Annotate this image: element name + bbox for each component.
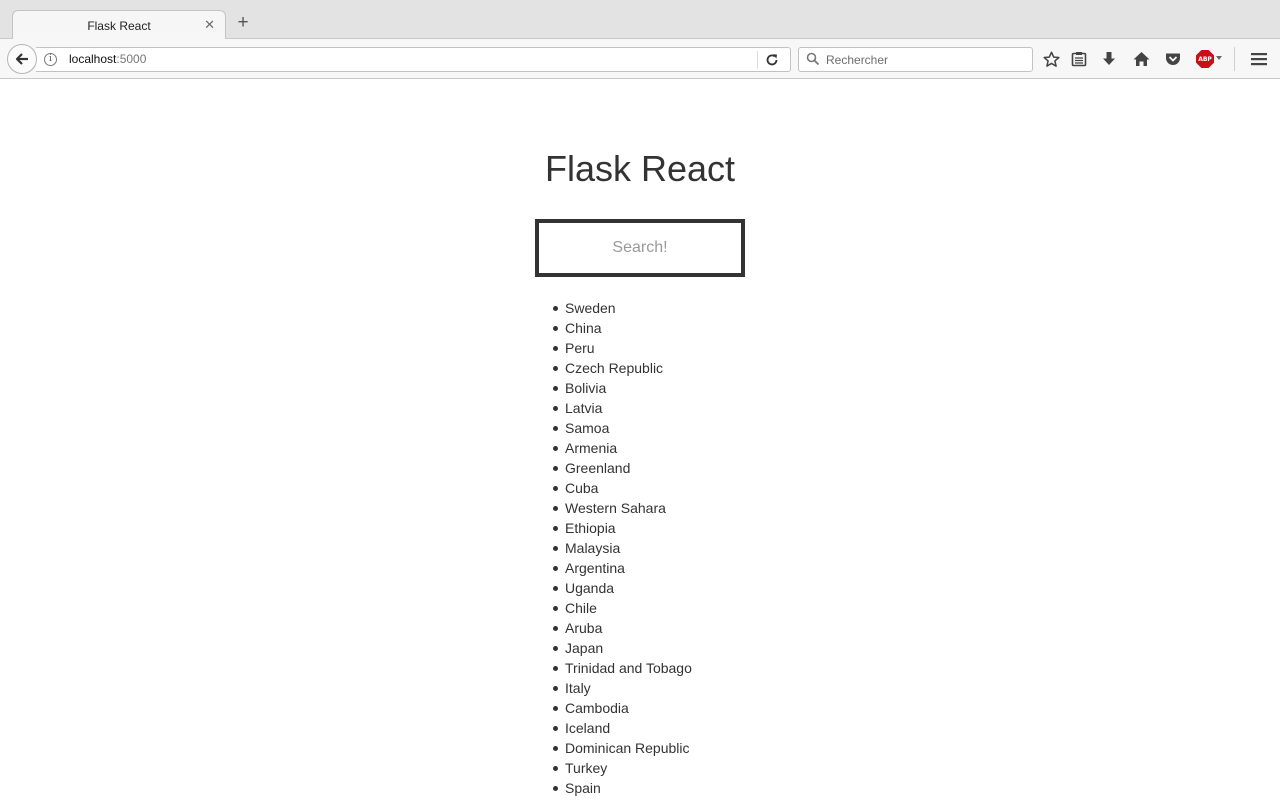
list-item: Uganda [553,578,692,598]
list-item: Cuba [553,478,692,498]
list-item: Dominican Republic [553,738,692,758]
list-item: Japan [553,638,692,658]
pocket-icon[interactable] [1163,49,1183,69]
search-input[interactable] [535,219,745,277]
list-item: Aruba [553,618,692,638]
search-bar-placeholder: Rechercher [826,53,889,67]
list-item: Bolivia [553,378,692,398]
list-item: Trinidad and Tobago [553,660,692,676]
list-item: Cambodia [553,698,692,718]
list-item: Greenland [553,458,692,478]
list-item: Western Sahara [553,498,692,518]
back-arrow-icon [15,53,28,65]
back-button[interactable] [7,44,37,74]
list-item: Italy [553,678,692,698]
adblock-dropdown-icon[interactable] [1216,56,1222,60]
tab-title: Flask React [87,18,151,33]
list-item: Czech Republic [553,358,692,378]
url-text[interactable]: localhost:5000 [69,52,146,66]
page-title: Flask React [544,148,736,189]
list-item: Sweden [553,298,692,318]
download-icon[interactable] [1099,49,1119,69]
list-item: Chile [553,598,692,618]
tab-strip: Flask React ✕ + [0,0,1280,40]
list-item: Ethiopia [553,518,692,538]
list-item: Samoa [553,418,692,438]
list-item: Malaysia [553,538,692,558]
url-bar[interactable]: i localhost:5000 [36,47,791,72]
browser-tab[interactable]: Flask React ✕ [12,10,226,40]
toolbar-divider [1234,47,1235,71]
list-item: Argentina [553,558,692,578]
hamburger-menu-icon[interactable] [1249,49,1269,69]
reading-list-icon[interactable] [1069,49,1089,69]
list-item: Peru [553,338,692,358]
reload-icon[interactable] [764,52,780,68]
country-list: Sweden China Peru Czech Republic Bolivia Latv… [553,298,692,798]
bookmark-star-icon[interactable] [1041,49,1061,69]
url-host: localhost [69,52,117,66]
url-port: :5000 [116,52,147,66]
list-item: Iceland [553,718,692,738]
list-item: Armenia [553,438,692,458]
search-bar[interactable]: Rechercher [798,47,1033,72]
list-item: China [553,318,692,338]
page-content: Flask React SwedenChinaPeruCzech Republi… [0,80,1280,800]
info-icon[interactable]: i [44,53,57,66]
close-tab-icon[interactable]: ✕ [204,18,215,32]
list-item: Spain [553,778,692,798]
search-icon [806,52,820,66]
url-divider [757,51,758,69]
home-icon[interactable] [1131,49,1151,69]
list-item: Turkey [553,758,692,778]
list-item: Latvia [553,398,692,418]
new-tab-button[interactable]: + [234,13,252,32]
adblock-icon[interactable]: ABP [1196,50,1214,68]
navigation-toolbar: i localhost:5000 Rechercher ABP [0,39,1280,79]
